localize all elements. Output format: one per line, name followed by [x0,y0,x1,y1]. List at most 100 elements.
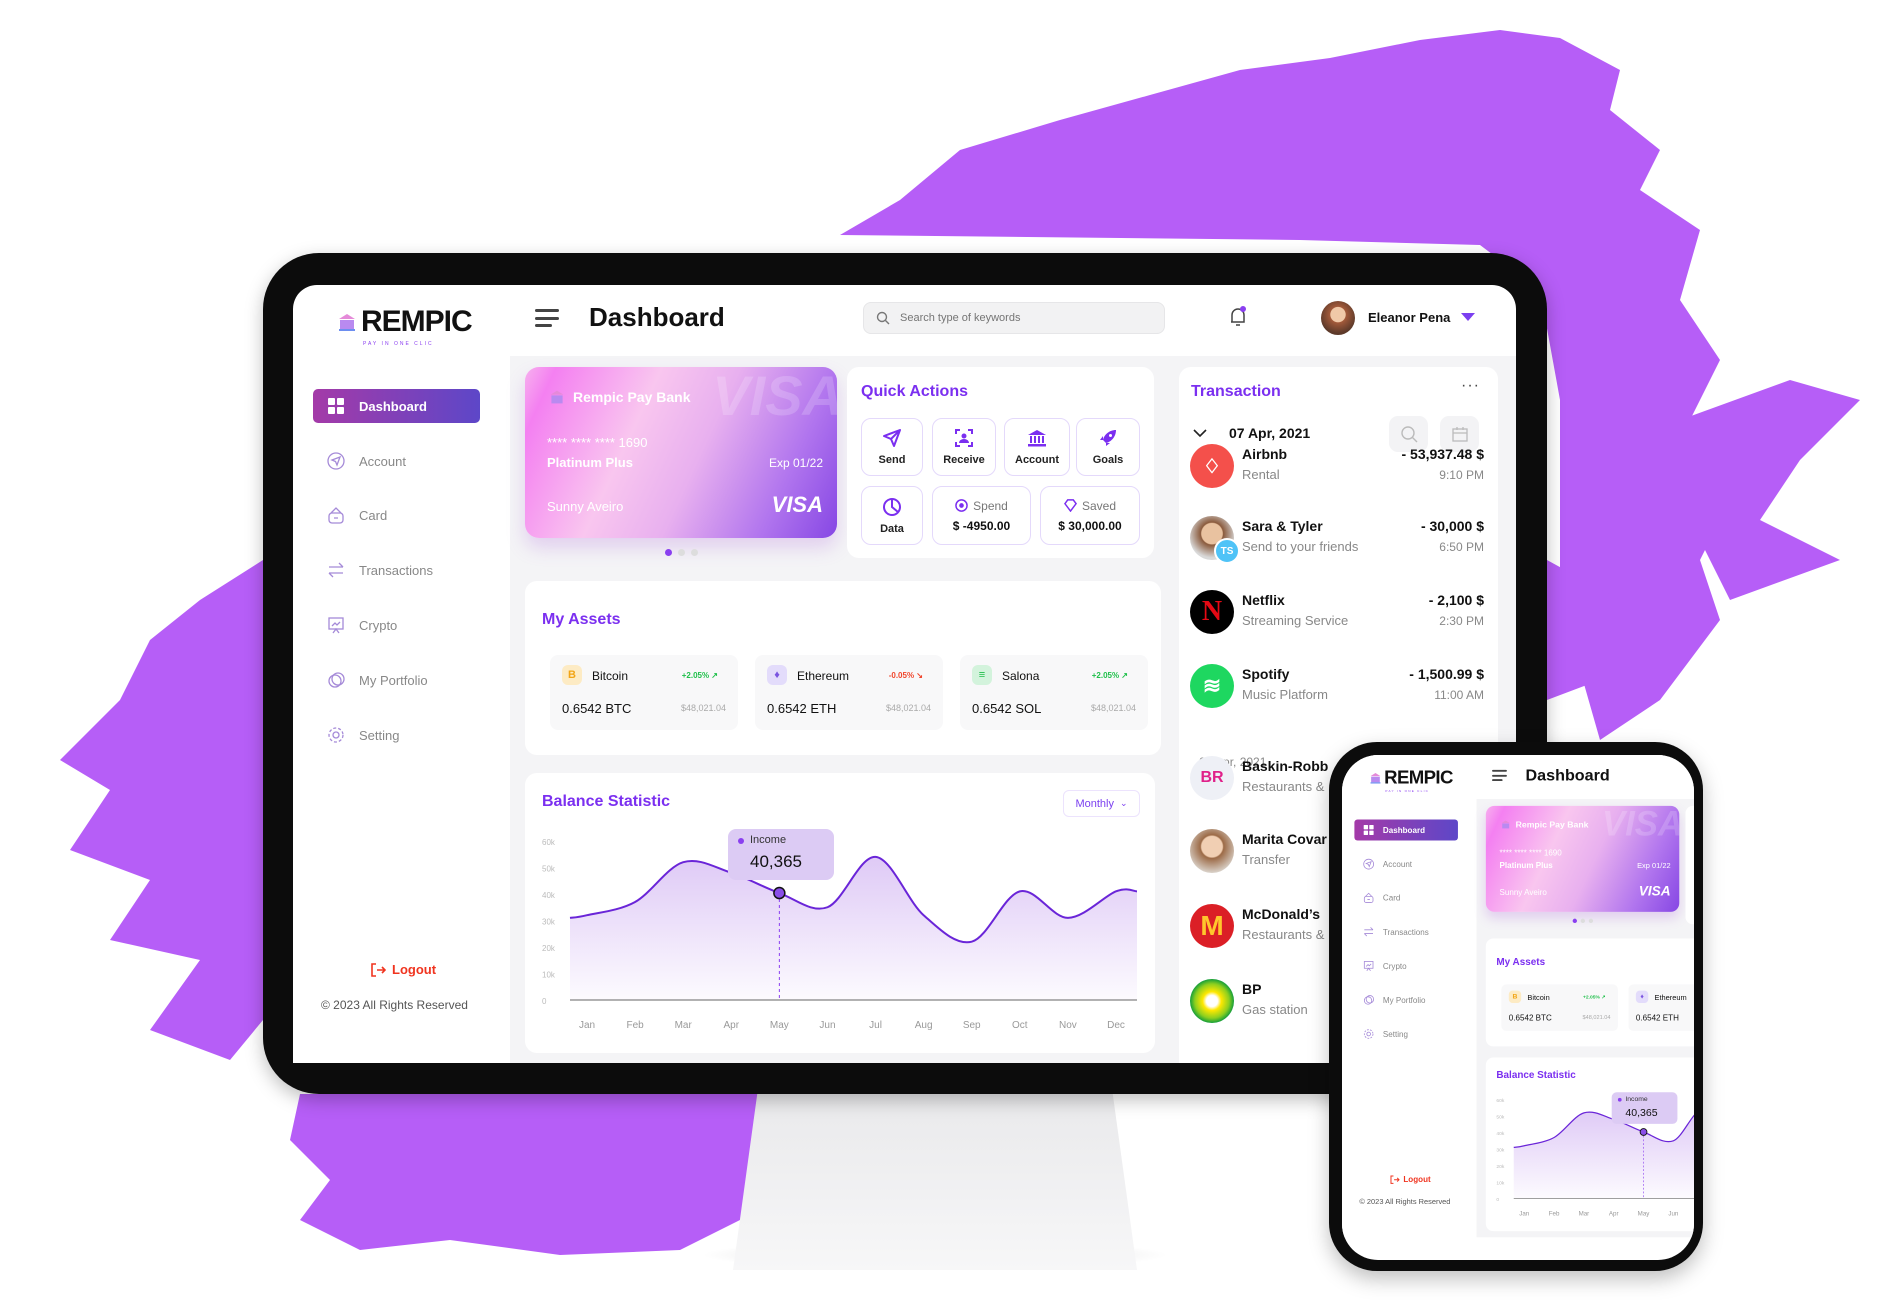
sidebar-item-crypto[interactable]: Crypto [313,608,480,642]
carousel-dot[interactable] [1588,918,1594,924]
sidebar-item-setting[interactable]: Setting [313,718,480,752]
sidebar-item-dashboard[interactable]: Dashboard [313,389,480,423]
spend-card[interactable]: Spend $ -4950.00 [932,486,1031,545]
netflix-logo-icon: N [1190,590,1234,634]
card-bank-name: Rempic Pay Bank [573,389,691,405]
phone-dashboard-view: REMPIC PAY IN ONE CLIC Dashboard Eleanor… [1342,755,1694,1238]
search-bar[interactable] [863,302,1165,334]
y-tick-label: 60k [542,838,556,847]
diamond-icon [1063,499,1077,512]
asset-card[interactable]: ♦Ethereum-0.05% ↘0.6542 ETH$48,021.04 [755,655,943,730]
sidebar-item-label: Dashboard [1382,825,1426,835]
bank-card[interactable]: VISA Rempic Pay Bank **** **** **** 1690… [525,367,837,538]
sidebar-item-label: Account [359,453,406,469]
transaction-category: Transfer [1242,852,1290,867]
target-icon [955,499,968,512]
carousel-dot[interactable] [1580,918,1586,924]
x-tick-label: Feb [626,1020,644,1031]
send-button[interactable]: Send [861,418,923,476]
sidebar-item-card[interactable]: Card [1354,887,1458,908]
sidebar-item-account[interactable]: Account [313,444,480,478]
presentation-chart-icon [1363,961,1374,972]
contact-badge: TS [1214,538,1240,564]
quick-actions-title: Quick Actions [861,383,968,400]
logo-name: REMPIC [361,305,473,338]
saved-card[interactable]: Saved $ 30,000.00 [1040,486,1140,545]
menu-toggle-icon[interactable] [1492,769,1507,782]
transaction-row[interactable]: TS Sara & Tyler Send to your friends - 30,0… [1179,510,1498,566]
monitor-stand [733,1094,1137,1270]
photo2-logo-icon [1190,829,1234,873]
user-menu-caret-icon[interactable] [1461,313,1475,321]
bank-card[interactable]: VISA Rempic Pay Bank **** **** **** 1690… [1485,805,1680,912]
page-title: Dashboard [589,302,725,332]
sidebar-item-transactions[interactable]: Transactions [1354,921,1458,942]
user-avatar[interactable] [1321,301,1355,335]
asset-card[interactable]: B Bitcoin +2.05% ↗ 0.6542 BTC $48,021.04 [1501,984,1618,1031]
sidebar-item-dashboard[interactable]: Dashboard [1354,819,1458,841]
logo[interactable]: REMPIC [337,305,473,339]
asset-card[interactable]: ≡ Salona +2.05% ↗ 0.6542 SOL $48,021.04 [960,655,1148,730]
carousel-dot[interactable] [678,549,685,556]
menu-toggle-icon[interactable] [535,309,559,327]
balance-statistic-panel: Balance Statistic Monthly⌄ 010k20k30k40k… [525,773,1155,1053]
asset-card[interactable]: B Bitcoin +2.05% ↗ 0.6542 BTC $48,021.04 [550,655,738,730]
transaction-time: 6:50 PM [1439,540,1484,554]
y-tick-label: 40k [1496,1131,1505,1137]
notification-bell-icon[interactable] [1228,305,1248,329]
card-carousel-dots[interactable] [665,549,698,556]
x-tick-label: Jan [579,1020,595,1031]
transaction-row[interactable]: N Netflix Streaming Service - 2,100 $ 2:30 P… [1179,584,1498,640]
carousel-dot[interactable] [691,549,698,556]
balance-chart[interactable]: 010k20k30k40k50k60kJan Feb Mar Apr May Jun Jul… [1486,1058,1694,1232]
card-bank-name: Rempic Pay Bank [1515,819,1589,830]
chevron-down-icon[interactable] [1193,429,1207,438]
card-carousel-dots[interactable] [1572,918,1594,924]
data-button[interactable]: Data [861,486,923,545]
search-input[interactable] [900,312,1140,324]
logo-tagline: PAY IN ONE CLIC [1385,789,1430,794]
transaction-name: Airbnb [1242,446,1288,462]
my-assets-panel: My Assets B Bitcoin +2.05% ↗ 0.6542 BTC $48,… [525,581,1161,755]
more-options-icon[interactable]: ··· [1461,377,1480,395]
sidebar-item-crypto[interactable]: Crypto [1354,955,1458,976]
asset-change: -0.05% ↘ [888,671,923,680]
account-button[interactable]: Account [1004,418,1070,476]
sidebar-item-label: Setting [1382,1029,1409,1039]
transaction-row[interactable]: ≋ Spotify Music Platform - 1,500.99 $ 11:00 … [1179,658,1498,714]
sidebar-item-label: Card [359,507,388,523]
balance-chart[interactable]: 010k20k30k40k50k60kJan Feb Mar Apr May Jun Jul… [525,773,1155,1053]
sidebar-item-transactions[interactable]: Transactions [313,553,480,587]
search-icon [876,311,890,325]
logo[interactable]: REMPIC [1369,767,1453,788]
my-assets-title: My Assets [542,611,621,628]
sidebar-item-setting[interactable]: Setting [1354,1023,1458,1044]
coins-icon [1363,995,1375,1005]
quick-actions-panel: Quick Actions Send Receive Account Goals… [847,367,1154,558]
salona-icon: ≡ [972,665,992,685]
transaction-name: Baskin-Robb [1242,758,1329,774]
logout-button[interactable]: Logout [1390,1175,1431,1184]
asset-usd-value: $48,021.04 [1582,1014,1611,1021]
x-tick-label: Aug [915,1020,933,1031]
carousel-dot[interactable] [1572,918,1577,924]
photo-logo-icon: TS [1190,516,1240,564]
card-number: **** **** **** 1690 [547,435,648,450]
goals-button[interactable]: Goals [1076,418,1140,476]
user-name[interactable]: Eleanor Pena [1368,310,1450,325]
logout-button[interactable]: Logout [370,962,436,977]
asset-card[interactable]: ♦Ethereum-0.05% ↘0.6542 ETH$48,021.04 [1628,984,1694,1031]
sidebar-item-account[interactable]: Account [1354,854,1458,875]
carousel-dot[interactable] [665,549,672,556]
sidebar-item-my-portfolio[interactable]: My Portfolio [313,663,480,697]
x-tick-label: Apr [1609,1211,1619,1218]
x-tick-label: Mar [675,1020,693,1031]
sidebar-item-card[interactable]: Card [313,498,480,532]
sidebar-item-my-portfolio[interactable]: My Portfolio [1354,989,1458,1010]
receive-button[interactable]: Receive [932,418,996,476]
phone-screen: REMPIC PAY IN ONE CLIC Dashboard Eleanor… [1342,755,1694,1260]
transaction-row[interactable]: ♢ Airbnb Rental - 53,937.48 $ 9:10 PM [1179,438,1498,494]
asset-amount: 0.6542 ETH [767,701,837,716]
sidebar-item-label: Transactions [1382,927,1429,937]
goals-label: Goals [1092,454,1124,466]
